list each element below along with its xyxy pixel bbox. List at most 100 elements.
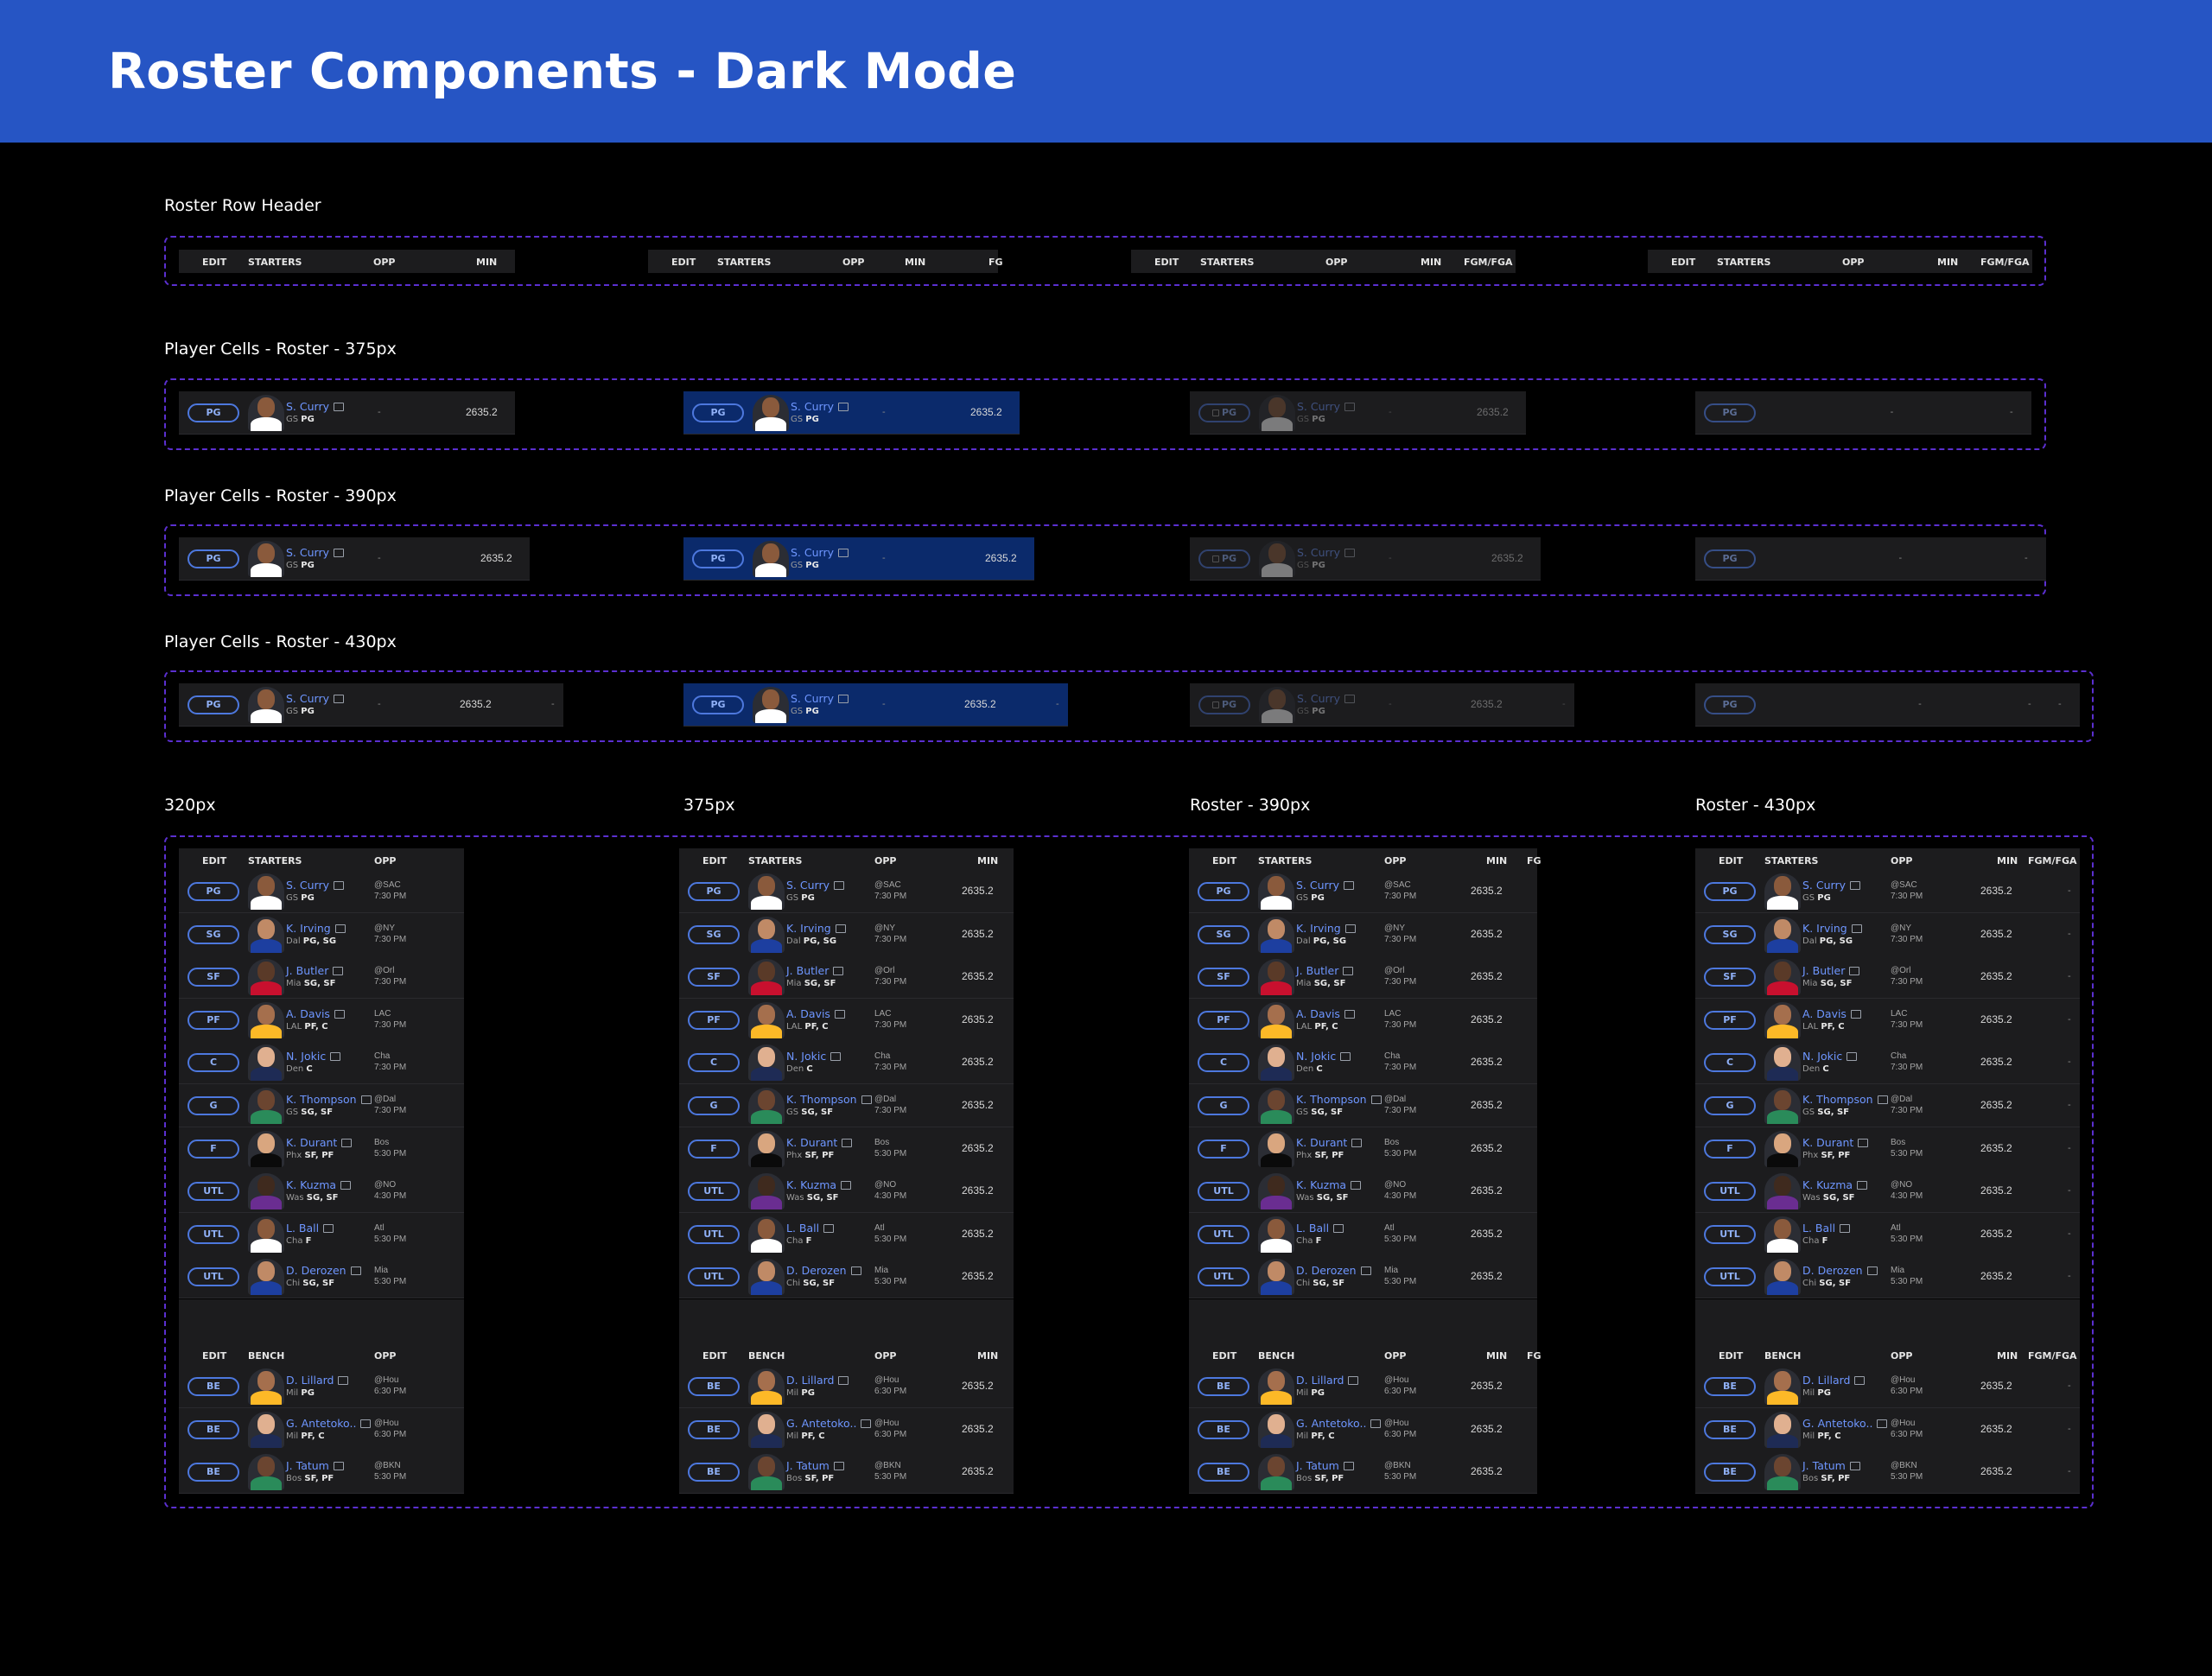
player-name-link[interactable]: K. Thompson (786, 1093, 872, 1106)
roster-row[interactable]: SF J. Butler Mia SG, SF @Orl 7:30 PM 2635.2 - (1695, 955, 2080, 1000)
position-slot-button[interactable]: UTL (188, 1224, 239, 1244)
player-name-link[interactable]: J. Tatum (1296, 1459, 1354, 1472)
news-icon[interactable] (350, 1267, 361, 1276)
news-icon[interactable] (1850, 1009, 1861, 1019)
player-name-link[interactable]: L. Ball (286, 1222, 334, 1235)
header-edit[interactable]: EDIT (202, 855, 226, 867)
position-slot-button[interactable]: UTL (1198, 1182, 1249, 1202)
position-slot-button[interactable]: PF (1198, 1010, 1249, 1030)
position-slot-button[interactable]: C (1198, 1053, 1249, 1073)
news-icon[interactable] (1351, 1138, 1363, 1147)
news-icon[interactable] (334, 695, 344, 703)
news-icon[interactable] (1849, 967, 1860, 976)
roster-row[interactable]: UTL D. Derozen Chi SG, SF Mia 5:30 PM 2635.2 - (1695, 1255, 2080, 1299)
position-slot-button[interactable]: PG (1704, 695, 1756, 714)
news-icon[interactable] (842, 1138, 853, 1147)
news-icon[interactable] (838, 403, 849, 411)
header-edit[interactable]: EDIT (202, 257, 226, 268)
roster-row[interactable]: G K. Thompson GS SG, SF @Dal 7:30 PM 2635.2 - (1695, 1084, 2080, 1127)
player-name-link[interactable]: S. Curry (1297, 692, 1355, 705)
position-slot-button[interactable]: UTL (688, 1224, 740, 1244)
player-name-link[interactable]: K. Irving (1296, 922, 1356, 935)
news-icon[interactable] (333, 1462, 344, 1471)
news-icon[interactable] (1344, 695, 1355, 703)
news-icon[interactable] (334, 403, 344, 411)
roster-row[interactable]: SF J. Butler Mia SG, SF @Orl 7:30 PM (179, 955, 464, 1000)
header-edit[interactable]: EDIT (1212, 1350, 1236, 1362)
position-slot-button[interactable]: UTL (688, 1182, 740, 1202)
news-icon[interactable] (830, 1052, 842, 1062)
player-name-link[interactable]: L. Ball (1802, 1222, 1851, 1235)
roster-row[interactable]: PG S. Curry GS PG @SAC 7:30 PM 2635.2- (1695, 870, 2080, 913)
news-icon[interactable] (823, 1223, 835, 1233)
player-cell-locked[interactable]: PG S. Curry GS PG - 2635.2 (1190, 537, 1541, 581)
news-icon[interactable] (360, 1095, 372, 1104)
player-name-link[interactable]: D. Lillard (286, 1374, 349, 1387)
news-icon[interactable] (861, 1419, 872, 1428)
position-slot-button[interactable]: BE (1704, 1463, 1756, 1482)
player-name-link[interactable]: D. Derozen (1802, 1264, 1878, 1277)
roster-row[interactable]: PG S. Curry GS PG @SAC 7:30 PM 2635.2 (1189, 870, 1537, 913)
player-name-link[interactable]: G. Antetoko.. (786, 1417, 872, 1430)
position-slot-button[interactable]: SG (688, 924, 740, 944)
news-icon[interactable] (861, 1095, 872, 1104)
news-icon[interactable] (835, 924, 846, 933)
player-cell-selected[interactable]: PG S. Curry GS PG - 2635.2 - (683, 683, 1068, 727)
roster-row[interactable]: G K. Thompson GS SG, SF @Dal 7:30 PM 2635.2 (1189, 1084, 1537, 1127)
position-slot-button[interactable]: PG (1198, 882, 1249, 901)
position-slot-button[interactable]: PG (188, 695, 239, 714)
news-icon[interactable] (1344, 924, 1356, 933)
header-edit[interactable]: EDIT (671, 257, 696, 268)
player-name-link[interactable]: G. Antetoko.. (286, 1417, 372, 1430)
news-icon[interactable] (340, 1181, 352, 1190)
player-cell-selected[interactable]: PG S. Curry GS PG - 2635.2 (683, 391, 1020, 435)
player-name-link[interactable]: K. Kuzma (1296, 1178, 1362, 1191)
news-icon[interactable] (1850, 881, 1860, 890)
news-icon[interactable] (841, 1181, 852, 1190)
position-slot-button[interactable]: BE (1704, 1419, 1756, 1439)
player-cell-locked[interactable]: PG S. Curry GS PG - 2635.2 (1190, 391, 1526, 435)
news-icon[interactable] (1840, 1223, 1851, 1233)
player-name-link[interactable]: K. Thompson (1296, 1093, 1382, 1106)
player-name-link[interactable]: D. Derozen (786, 1264, 861, 1277)
news-icon[interactable] (850, 1267, 861, 1276)
player-name-link[interactable]: G. Antetoko.. (1802, 1417, 1888, 1430)
position-slot-button[interactable]: C (188, 1053, 239, 1073)
header-edit[interactable]: EDIT (202, 1350, 226, 1362)
position-slot-button[interactable]: PG (692, 549, 744, 568)
position-slot-button[interactable]: BE (688, 1377, 740, 1396)
player-name-link[interactable]: K. Durant (1802, 1136, 1869, 1149)
roster-row[interactable]: UTL D. Derozen Chi SG, SF Mia 5:30 PM (179, 1255, 464, 1299)
player-name-link[interactable]: K. Irving (1802, 922, 1862, 935)
position-slot-button[interactable]: SG (188, 924, 239, 944)
player-name-link[interactable]: S. Curry (786, 879, 844, 892)
player-name-link[interactable]: K. Kuzma (786, 1178, 852, 1191)
player-name-link[interactable]: S. Curry (286, 546, 344, 559)
bench-row[interactable]: BE J. Tatum Bos SF, PF @BKN 5:30 PM (179, 1451, 464, 1495)
position-slot-button[interactable]: C (688, 1053, 740, 1073)
player-name-link[interactable]: S. Curry (791, 400, 849, 413)
player-name-link[interactable]: J. Tatum (786, 1459, 844, 1472)
news-icon[interactable] (838, 1376, 849, 1385)
player-name-link[interactable]: J. Butler (1296, 964, 1354, 977)
roster-row[interactable]: UTL L. Ball Cha F Atl 5:30 PM 2635.2 - (1695, 1212, 2080, 1256)
news-icon[interactable] (1370, 1095, 1382, 1104)
bench-row[interactable]: BE D. Lillard Mil PG @Hou 6:30 PM 2635.2 (679, 1365, 1014, 1408)
position-slot-button[interactable]: PG (1704, 403, 1756, 422)
player-name-link[interactable]: K. Irving (286, 922, 346, 935)
player-cell-locked[interactable]: PG S. Curry GS PG - 2635.2 - (1190, 683, 1574, 727)
position-slot-button[interactable]: PG (1704, 549, 1756, 568)
header-edit[interactable]: EDIT (702, 1350, 727, 1362)
position-slot-button[interactable]: F (1704, 1139, 1756, 1159)
news-icon[interactable] (1370, 1419, 1382, 1428)
player-name-link[interactable]: S. Curry (286, 879, 344, 892)
player-name-link[interactable]: A. Davis (286, 1007, 345, 1020)
position-slot-button[interactable]: BE (1704, 1377, 1756, 1396)
roster-row[interactable]: C N. Jokic Den C Cha 7:30 PM 2635.2 (679, 1041, 1014, 1085)
player-name-link[interactable]: K. Irving (786, 922, 846, 935)
roster-row[interactable]: PG S. Curry GS PG @SAC 7:30 PM 2635.2 (679, 870, 1014, 913)
news-icon[interactable] (360, 1419, 372, 1428)
roster-row[interactable]: SF J. Butler Mia SG, SF @Orl 7:30 PM 2635.2 (1189, 955, 1537, 1000)
position-slot-button[interactable]: UTL (1198, 1267, 1249, 1287)
news-icon[interactable] (838, 549, 849, 557)
